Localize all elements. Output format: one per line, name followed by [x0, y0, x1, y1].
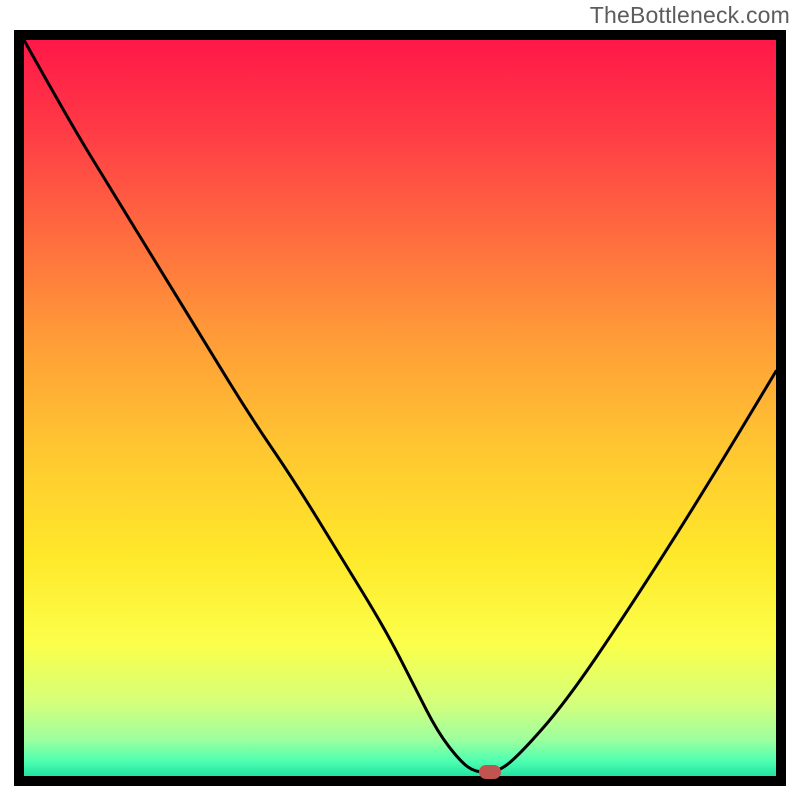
chart-frame: TheBottleneck.com — [0, 0, 800, 800]
watermark-label: TheBottleneck.com — [590, 2, 790, 29]
optimal-point-marker — [479, 765, 501, 779]
bottleneck-curve — [24, 40, 776, 776]
